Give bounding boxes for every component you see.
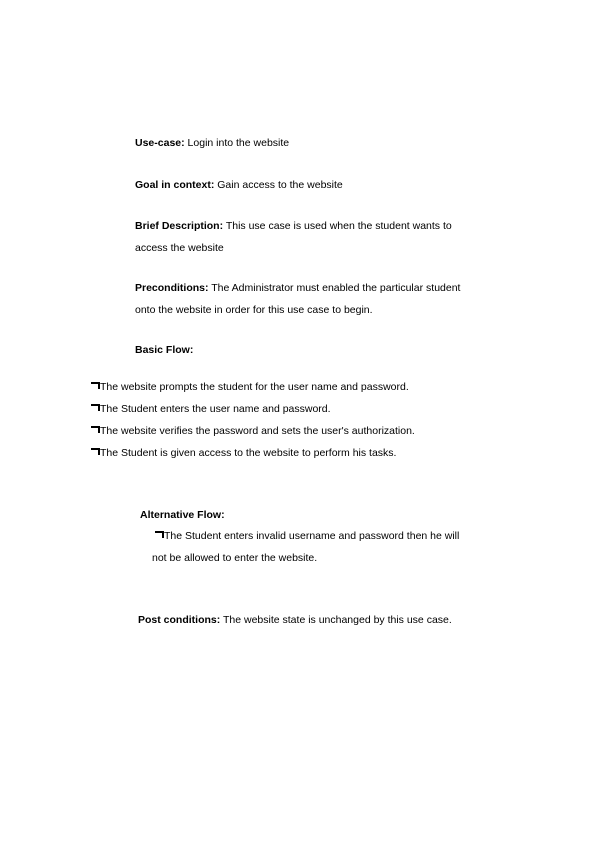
preconditions-line-2: onto the website in order for this use c… <box>135 304 373 316</box>
preconditions-text-1: The Administrator must enabled the parti… <box>211 282 461 294</box>
section-preconditions: Preconditions: The Administrator must en… <box>135 277 524 321</box>
document-page: Use-case: Login into the website Goal in… <box>0 0 595 842</box>
missing-glyph-box-icon <box>91 426 100 435</box>
use-case-label: Use-case: <box>135 137 185 149</box>
brief-description-text-1: This use case is used when the student w… <box>225 220 452 232</box>
basic-flow-label: Basic Flow: <box>135 344 194 356</box>
use-case-value: Login into the website <box>187 137 290 149</box>
alternative-flow-list: The Student enters invalid username and … <box>152 525 505 569</box>
post-conditions-label: Post conditions: <box>138 614 221 626</box>
section-goal-in-context: Goal in context: Gain access to the webs… <box>135 174 535 196</box>
basic-flow-item-2: The Student enters the user name and pas… <box>100 403 331 415</box>
preconditions-line-1: Preconditions: The Administrator must en… <box>135 277 524 299</box>
basic-flow-item-1: The website prompts the student for the … <box>100 381 409 393</box>
list-item: The Student is given access to the websi… <box>91 442 511 464</box>
list-item: The Student enters invalid username and … <box>152 525 505 569</box>
post-conditions-value: The website state is unchanged by this u… <box>222 614 452 626</box>
missing-glyph-box-icon <box>155 531 164 540</box>
section-brief-description: Brief Description: This use case is used… <box>135 215 539 259</box>
section-use-case: Use-case: Login into the website <box>135 132 535 154</box>
brief-description-label: Brief Description: <box>135 220 224 232</box>
basic-flow-item-3: The website verifies the password and se… <box>100 425 415 437</box>
section-post-conditions: Post conditions: The website state is un… <box>138 609 538 631</box>
basic-flow-item-4: The Student is given access to the websi… <box>100 447 397 459</box>
missing-glyph-box-icon <box>91 404 100 413</box>
list-item: The website prompts the student for the … <box>91 376 511 398</box>
alternative-flow-item-line-1: The Student enters invalid username and … <box>164 530 460 542</box>
brief-description-line-2: access the website <box>135 242 224 254</box>
goal-in-context-label: Goal in context: <box>135 179 215 191</box>
brief-description-line-1: Brief Description: This use case is used… <box>135 215 539 237</box>
missing-glyph-box-icon <box>91 382 100 391</box>
list-item: The Student enters the user name and pas… <box>91 398 511 420</box>
preconditions-label: Preconditions: <box>135 282 209 294</box>
missing-glyph-box-icon <box>91 448 100 457</box>
list-item: The website verifies the password and se… <box>91 420 511 442</box>
goal-in-context-value: Gain access to the website <box>217 179 343 191</box>
basic-flow-list: The website prompts the student for the … <box>91 376 511 464</box>
alternative-flow-label: Alternative Flow: <box>140 509 225 521</box>
alternative-flow-item-line-2: not be allowed to enter the website. <box>152 552 318 564</box>
